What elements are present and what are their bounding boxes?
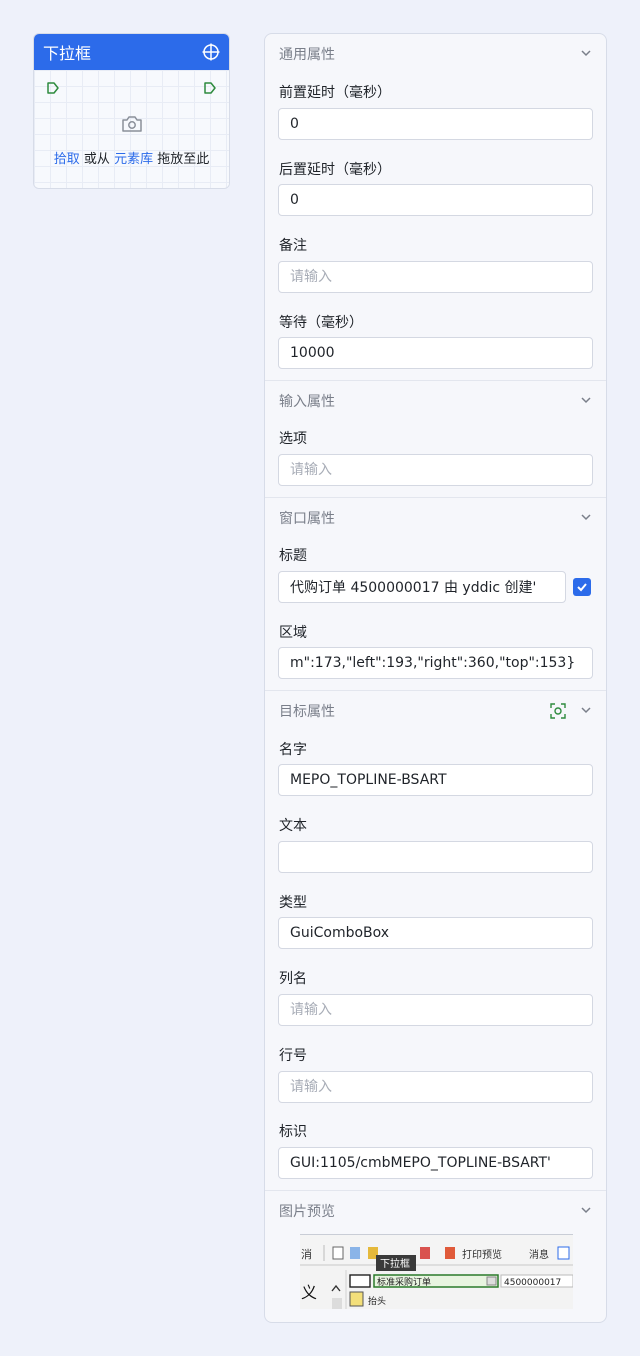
pick-link[interactable]: 拾取 [54, 152, 80, 167]
window-title-label: 标题 [279, 548, 307, 564]
name-input[interactable] [278, 764, 593, 796]
chevron-down-icon[interactable] [580, 511, 592, 527]
type-label: 类型 [279, 895, 307, 911]
section-preview-header[interactable]: 图片预览 [265, 1191, 606, 1231]
crosshair-icon[interactable] [202, 43, 220, 61]
pre-delay-label: 前置延时（毫秒） [279, 85, 391, 101]
section-target-header[interactable]: 目标属性 [265, 691, 606, 731]
type-input[interactable] [278, 917, 593, 949]
note-label: 备注 [279, 238, 307, 254]
region-input[interactable] [278, 647, 593, 679]
name-label: 名字 [279, 742, 307, 758]
component-header[interactable]: 下拉框 [34, 34, 229, 70]
preview-tooltip: 下拉框 [380, 1257, 410, 1270]
component-title: 下拉框 [43, 44, 92, 63]
post-delay-label: 后置延时（毫秒） [279, 162, 391, 178]
camera-icon[interactable] [121, 114, 143, 138]
chevron-down-icon[interactable] [580, 704, 592, 720]
column-name-label: 列名 [279, 971, 307, 987]
chevron-down-icon[interactable] [580, 47, 592, 63]
section-input-title: 输入属性 [279, 394, 335, 410]
preview-row2-text: 抬头 [368, 1295, 386, 1307]
component-body: 拾取 或从 元素库 拖放至此 [34, 70, 229, 188]
row-number-label: 行号 [279, 1048, 307, 1064]
component-card[interactable]: 下拉框 拾取 或从 元素库 拖放至此 [33, 33, 230, 189]
preview-image: 消 打印预览 消息 下拉框 标准采购订单 4500000017 义 抬头 [300, 1234, 573, 1309]
preview-left-char: 义 [301, 1283, 317, 1302]
row-number-input[interactable] [278, 1071, 593, 1103]
section-target-title: 目标属性 [279, 704, 335, 720]
preview-toolbar-text-1: 消 [301, 1247, 312, 1261]
option-input[interactable] [278, 454, 593, 486]
window-title-input[interactable] [278, 571, 566, 603]
wait-label: 等待（毫秒） [279, 315, 363, 331]
property-panel: 通用属性 前置延时（毫秒） 后置延时（毫秒） 备注 等待（毫秒） 输入属性 选项… [264, 33, 607, 1323]
preview-toolbar-text-3: 消息 [529, 1248, 549, 1261]
pre-delay-input[interactable] [278, 108, 593, 140]
section-window-title: 窗口属性 [279, 511, 335, 527]
section-general-header[interactable]: 通用属性 [265, 34, 606, 74]
section-preview-title: 图片预览 [279, 1204, 335, 1220]
preview-po-number: 4500000017 [504, 1278, 561, 1288]
input-port-icon[interactable] [46, 80, 60, 99]
post-delay-input[interactable] [278, 184, 593, 216]
wait-input[interactable] [278, 337, 593, 369]
identifier-input[interactable] [278, 1147, 593, 1179]
drag-here-text: 拖放至此 [157, 152, 210, 167]
pick-instruction: 拾取 或从 元素库 拖放至此 [34, 148, 229, 167]
chevron-down-icon[interactable] [580, 1204, 592, 1220]
text-input[interactable] [278, 841, 593, 873]
section-input-header[interactable]: 输入属性 [265, 381, 606, 421]
or-from-text: 或从 [83, 152, 110, 167]
note-input[interactable] [278, 261, 593, 293]
target-locate-icon[interactable] [548, 701, 568, 725]
region-label: 区域 [279, 625, 307, 641]
chevron-down-icon[interactable] [580, 394, 592, 410]
option-label: 选项 [279, 431, 307, 447]
output-port-icon[interactable] [203, 80, 217, 99]
text-label: 文本 [279, 818, 307, 834]
column-name-input[interactable] [278, 994, 593, 1026]
preview-combo-value: 标准采购订单 [377, 1276, 431, 1288]
identifier-label: 标识 [279, 1124, 307, 1140]
section-general-title: 通用属性 [279, 47, 335, 63]
library-link[interactable]: 元素库 [114, 152, 153, 167]
window-title-checkbox[interactable] [573, 578, 591, 596]
section-window-header[interactable]: 窗口属性 [265, 498, 606, 538]
preview-toolbar-text-2: 打印预览 [462, 1248, 502, 1261]
